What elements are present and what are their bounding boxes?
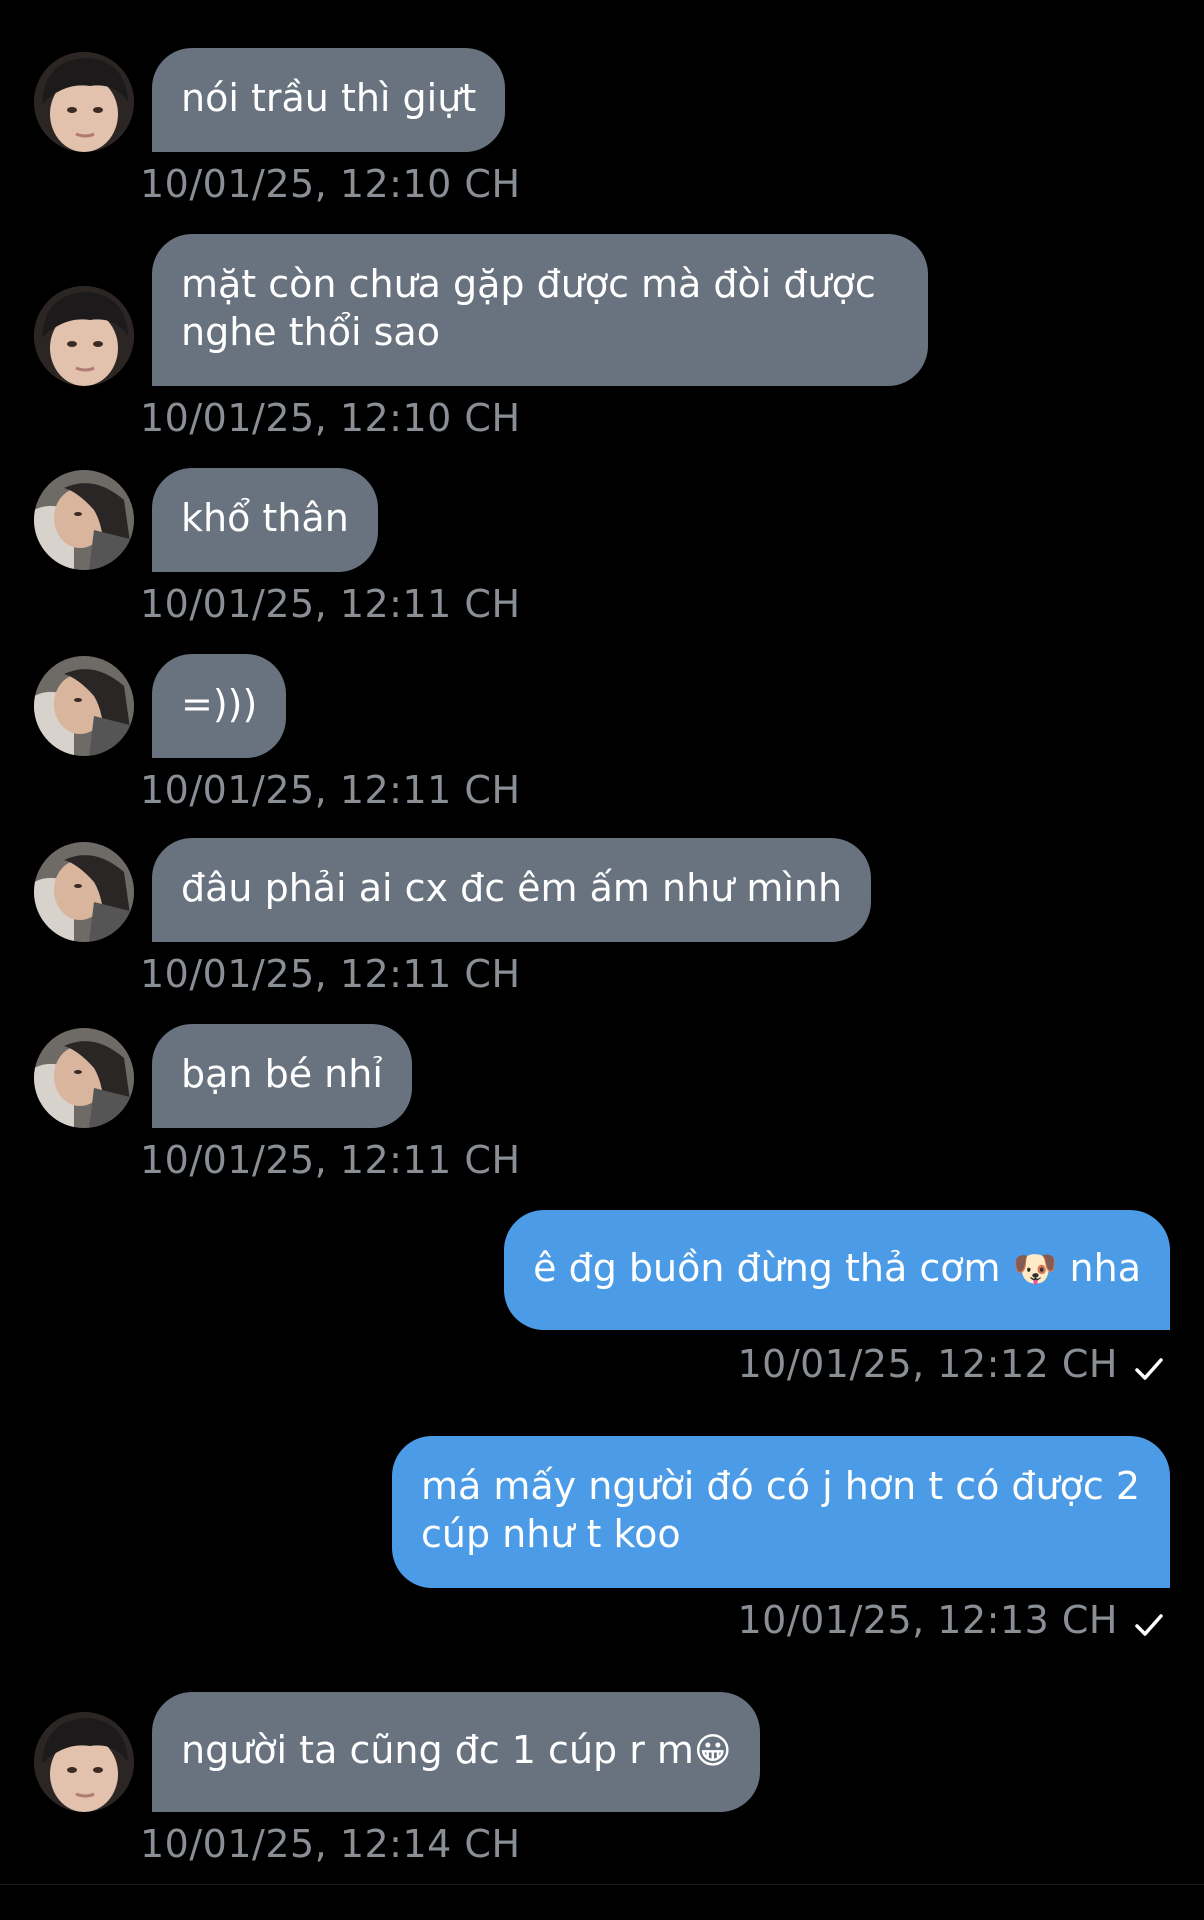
- checkmark-icon: [1135, 1614, 1163, 1636]
- message-text: đâu phải ai cx đc êm ấm như mình: [181, 866, 843, 910]
- avatar[interactable]: [34, 470, 134, 570]
- avatar[interactable]: [34, 656, 134, 756]
- dog-emoji-icon: 🐶: [1012, 1249, 1058, 1290]
- message-timestamp: 10/01/25, 12:12 CH: [737, 1342, 1118, 1386]
- checkmark-icon: [1135, 1358, 1163, 1380]
- message-timestamp: 10/01/25, 12:10 CH: [140, 396, 521, 440]
- message-bubble[interactable]: người ta cũng đc 1 cúp r m😀: [152, 1692, 761, 1812]
- divider: [0, 1884, 1204, 1885]
- message-bubble[interactable]: bạn bé nhỉ: [152, 1024, 412, 1128]
- message-text: khổ thân: [181, 496, 349, 540]
- message-text: ê đg buồn đừng thả cơm: [533, 1246, 1001, 1290]
- avatar[interactable]: [34, 286, 134, 386]
- message-text: má mấy người đó có j hơn t có được 2 cúp…: [421, 1464, 1141, 1556]
- message-timestamp: 10/01/25, 12:11 CH: [140, 952, 521, 996]
- message-timestamp: 10/01/25, 12:11 CH: [140, 768, 521, 812]
- message-text: người ta cũng đc 1 cúp r m: [181, 1728, 694, 1772]
- message-timestamp: 10/01/25, 12:14 CH: [140, 1822, 521, 1866]
- message-timestamp: 10/01/25, 12:11 CH: [140, 1138, 521, 1182]
- message-text: nói trầu thì giựt: [181, 76, 477, 120]
- grinning-emoji-icon: 😀: [693, 1731, 732, 1772]
- message-timestamp: 10/01/25, 12:11 CH: [140, 582, 521, 626]
- message-bubble[interactable]: khổ thân: [152, 468, 378, 572]
- message-timestamp: 10/01/25, 12:13 CH: [737, 1598, 1118, 1642]
- message-text: =))): [181, 682, 258, 726]
- avatar[interactable]: [34, 842, 134, 942]
- message-bubble[interactable]: ê đg buồn đừng thả cơm 🐶 nha: [504, 1210, 1170, 1330]
- message-bubble[interactable]: nói trầu thì giựt: [152, 48, 506, 152]
- avatar[interactable]: [34, 1712, 134, 1812]
- message-timestamp: 10/01/25, 12:10 CH: [140, 162, 521, 206]
- message-text: bạn bé nhỉ: [181, 1052, 383, 1096]
- message-bubble[interactable]: má mấy người đó có j hơn t có được 2 cúp…: [392, 1436, 1170, 1588]
- avatar[interactable]: [34, 52, 134, 152]
- message-bubble[interactable]: =))): [152, 654, 287, 758]
- avatar[interactable]: [34, 1028, 134, 1128]
- message-bubble[interactable]: đâu phải ai cx đc êm ấm như mình: [152, 838, 872, 942]
- message-text: nha: [1069, 1246, 1141, 1290]
- message-bubble[interactable]: mặt còn chưa gặp được mà đòi được nghe t…: [152, 234, 928, 386]
- message-text: mặt còn chưa gặp được mà đòi được nghe t…: [181, 262, 876, 354]
